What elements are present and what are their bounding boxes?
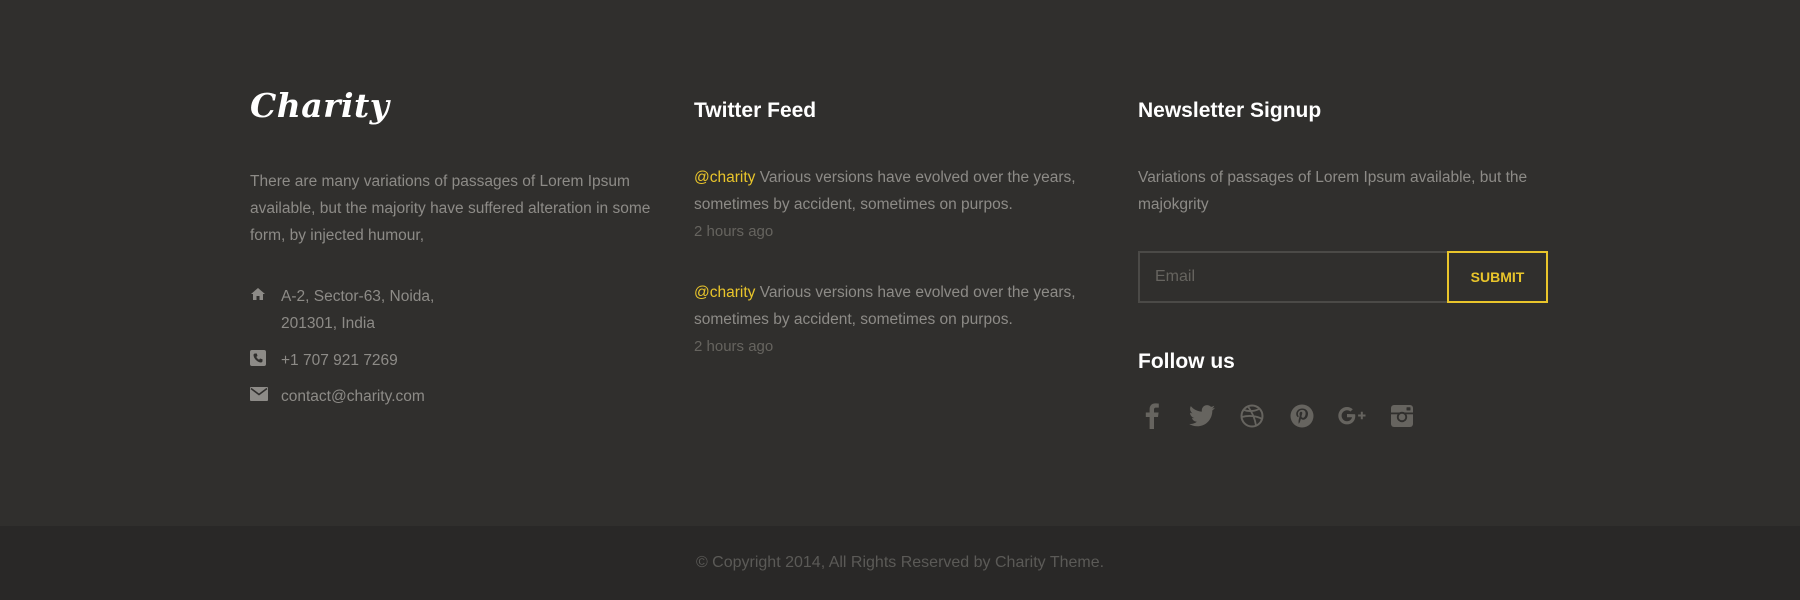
phone-icon (250, 347, 281, 367)
phone-number[interactable]: +1 707 921 7269 (281, 347, 481, 374)
twitter-icon[interactable] (1188, 402, 1216, 430)
about-text: There are many variations of passages of… (250, 173, 651, 244)
follow-us-title: Follow us (1138, 350, 1235, 373)
google-plus-icon[interactable] (1338, 402, 1366, 430)
address-line-1: A-2, Sector-63, Noida, (281, 288, 435, 305)
twitter-feed-title: Twitter Feed (694, 99, 817, 122)
address-line-2: 201301, India (281, 315, 375, 332)
newsletter-title: Newsletter Signup (1138, 99, 1322, 122)
email-input[interactable] (1138, 251, 1447, 303)
tweet-item: @charity Various versions have evolved o… (694, 164, 1114, 245)
newsletter-form: SUBMIT (1138, 251, 1548, 303)
tweet-handle[interactable]: @charity (694, 169, 755, 186)
tweet-time: 2 hours ago (694, 223, 774, 240)
newsletter-description: Variations of passages of Lorem Ipsum av… (1138, 169, 1528, 213)
home-icon (250, 283, 281, 303)
brand-logo[interactable]: Charity (250, 86, 389, 125)
email-link[interactable]: contact@charity.com (281, 383, 481, 410)
dribbble-icon[interactable] (1238, 402, 1266, 430)
instagram-icon[interactable] (1388, 402, 1416, 430)
footer: Charity There are many variations of pas… (0, 0, 1800, 526)
pinterest-icon[interactable] (1288, 402, 1316, 430)
envelope-icon (250, 383, 281, 403)
tweet-handle[interactable]: @charity (694, 284, 755, 301)
tweet-item: @charity Various versions have evolved o… (694, 279, 1114, 360)
tweet-time: 2 hours ago (694, 338, 774, 355)
social-links (1138, 402, 1438, 430)
copyright-bar: © Copyright 2014, All Rights Reserved by… (0, 526, 1800, 600)
submit-button[interactable]: SUBMIT (1447, 251, 1548, 303)
address-text: A-2, Sector-63, Noida, 201301, India (281, 283, 481, 337)
contact-address: A-2, Sector-63, Noida, 201301, India (250, 283, 481, 337)
copyright-text: © Copyright 2014, All Rights Reserved by… (695, 554, 1105, 571)
contact-phone: +1 707 921 7269 (250, 347, 481, 374)
facebook-icon[interactable] (1138, 402, 1166, 430)
contact-email: contact@charity.com (250, 383, 481, 410)
